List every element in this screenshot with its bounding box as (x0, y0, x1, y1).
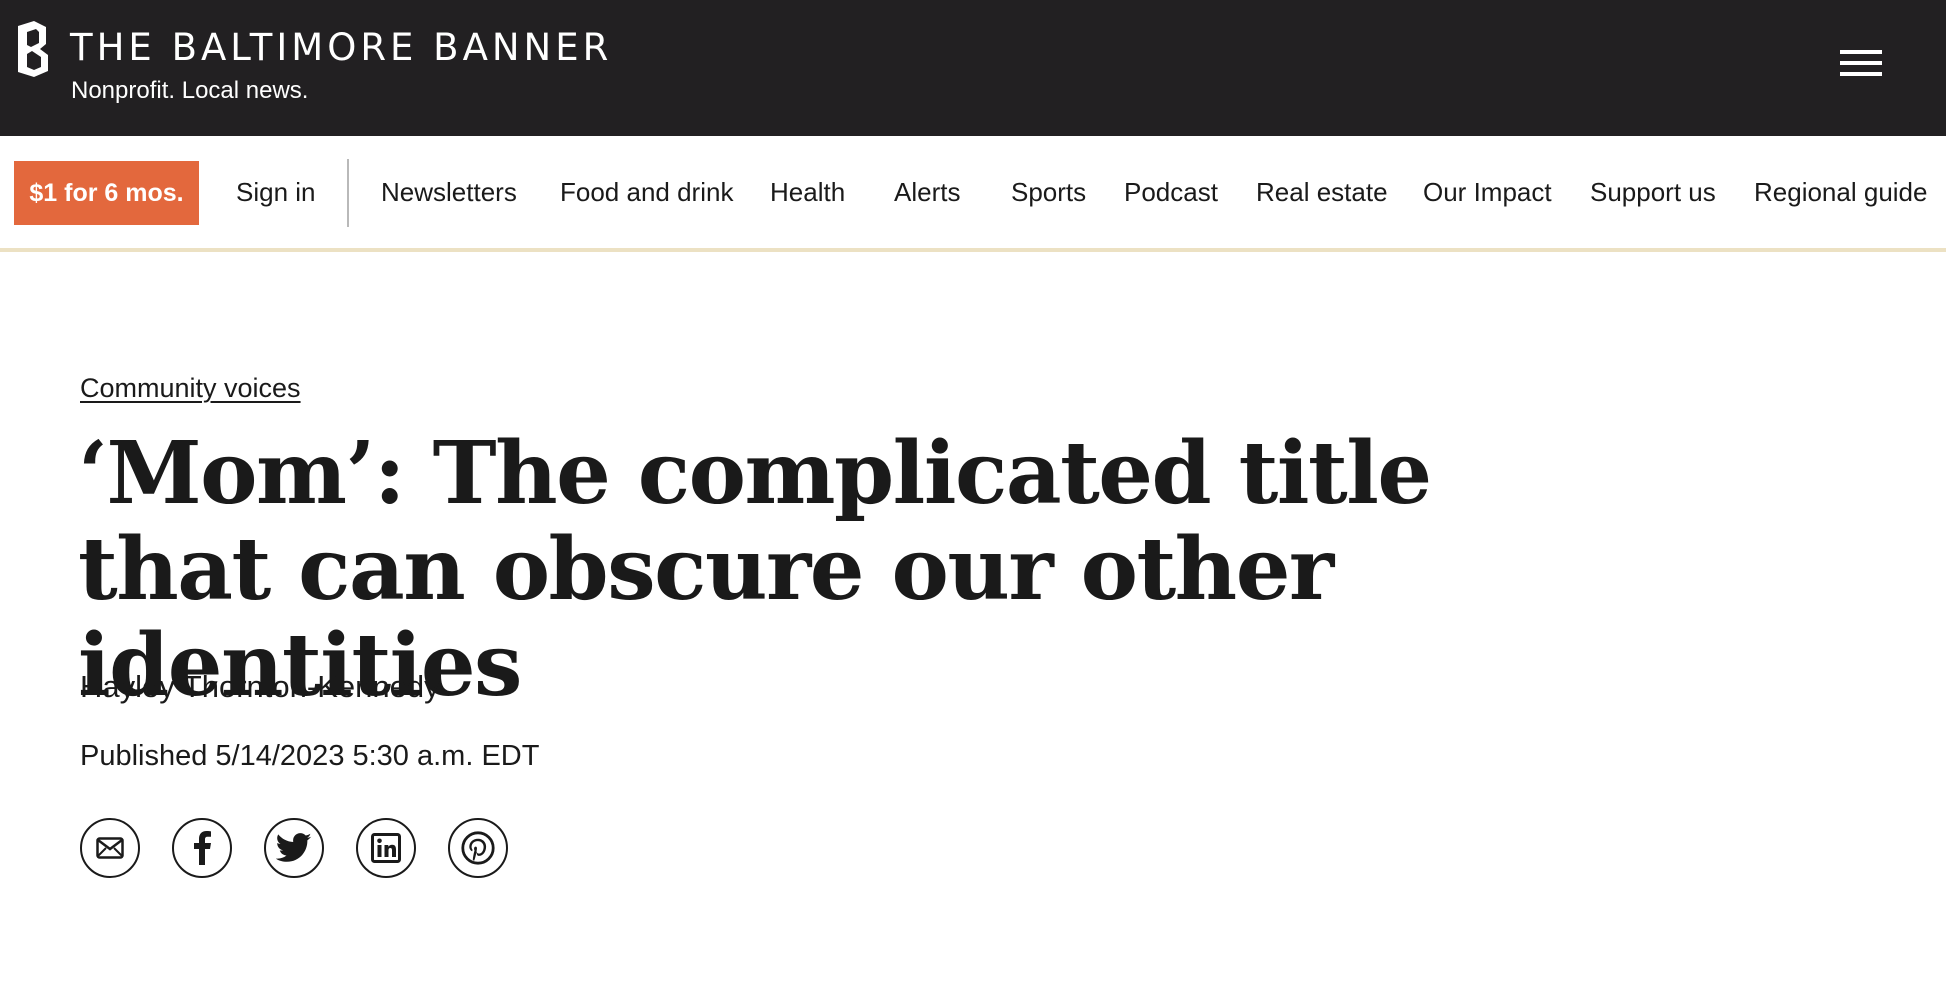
facebook-share-button[interactable] (172, 818, 232, 878)
brand-tagline: Nonprofit. Local news. (71, 77, 309, 104)
facebook-icon (194, 831, 211, 865)
linkedin-icon (371, 833, 401, 863)
nav-item-newsletters[interactable]: Newsletters (381, 176, 517, 208)
nav-item-podcast[interactable]: Podcast (1124, 176, 1218, 208)
twitter-icon (276, 833, 312, 862)
masthead: THE BALTIMORE BANNER Nonprofit. Local ne… (0, 0, 1946, 136)
main-nav: $1 for 6 mos. Sign in Newsletters Food a… (0, 136, 1946, 252)
hamburger-menu-icon[interactable] (1840, 48, 1884, 80)
email-icon (96, 837, 124, 859)
nav-item-sports[interactable]: Sports (1011, 176, 1086, 208)
subscribe-button[interactable]: $1 for 6 mos. (14, 161, 199, 225)
published-date: Published 5/14/2023 5:30 a.m. EDT (80, 740, 540, 772)
author-byline[interactable]: Hayley Thornton-Kennedy (80, 668, 440, 706)
nav-item-food-and-drink[interactable]: Food and drink (560, 176, 733, 208)
linkedin-share-button[interactable] (356, 818, 416, 878)
section-link[interactable]: Community voices (80, 372, 301, 404)
nav-item-alerts[interactable]: Alerts (894, 176, 960, 208)
banner-b-logo-icon[interactable] (12, 20, 52, 78)
nav-divider (347, 159, 349, 227)
menu-line (1840, 61, 1882, 65)
menu-line (1840, 72, 1882, 76)
email-share-button[interactable] (80, 818, 140, 878)
nav-item-real-estate[interactable]: Real estate (1256, 176, 1388, 208)
nav-item-support-us[interactable]: Support us (1590, 176, 1716, 208)
nav-item-regional-guide[interactable]: Regional guide (1754, 176, 1927, 208)
sign-in-link[interactable]: Sign in (236, 176, 316, 208)
pinterest-share-button[interactable] (448, 818, 508, 878)
nav-item-health[interactable]: Health (770, 176, 845, 208)
brand-name[interactable]: THE BALTIMORE BANNER (70, 26, 612, 70)
twitter-share-button[interactable] (264, 818, 324, 878)
nav-item-our-impact[interactable]: Our Impact (1423, 176, 1552, 208)
pinterest-icon (461, 831, 495, 865)
menu-line (1840, 50, 1882, 54)
